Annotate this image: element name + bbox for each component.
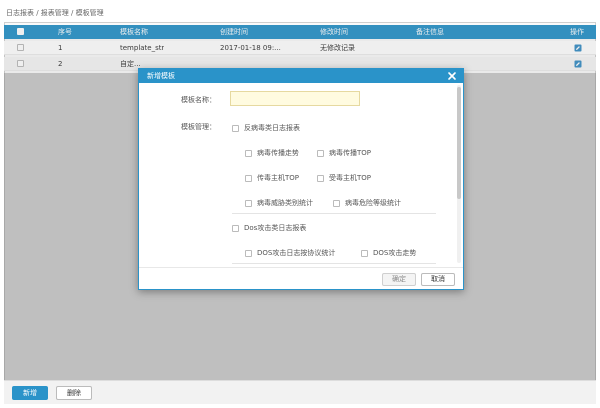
dialog-footer: 确定 取消 [139, 267, 463, 291]
group-divider [232, 263, 436, 264]
dialog-title: 新增模板 [147, 72, 175, 80]
checkbox[interactable] [361, 249, 368, 257]
template-manage-label: 模板管理： [181, 123, 216, 131]
cancel-button[interactable]: 取消 [421, 273, 455, 286]
dialog-scrollbar-thumb[interactable] [457, 87, 461, 199]
close-icon[interactable] [447, 71, 457, 81]
template-name-label: 模板名称： [181, 96, 216, 104]
checkbox[interactable] [245, 199, 252, 207]
option-infected-host-top[interactable]: 受毒主机TOP [317, 173, 371, 183]
group-divider [232, 213, 436, 214]
footer-toolbar: 新增 删除 [4, 380, 596, 404]
option-risk-level[interactable]: 病毒危险等级统计 [333, 198, 401, 208]
group-checkbox-dos[interactable]: Dos攻击类日志报表 [232, 223, 306, 233]
group-checkbox-antivirus[interactable]: 反病毒类日志报表 [232, 123, 300, 133]
option-threat-category[interactable]: 病毒威胁类别统计 [245, 198, 313, 208]
delete-button[interactable]: 删除 [56, 386, 92, 400]
breadcrumb: 日志报表 / 报表管理 / 模板管理 [6, 9, 104, 17]
confirm-button[interactable]: 确定 [382, 273, 416, 286]
modal-backdrop-top [4, 25, 596, 73]
template-name-input[interactable] [230, 91, 360, 106]
checkbox[interactable] [232, 224, 239, 232]
option-virus-trend[interactable]: 病毒传播走势 [245, 148, 299, 158]
checkbox[interactable] [232, 124, 239, 132]
checkbox[interactable] [333, 199, 340, 207]
checkbox[interactable] [245, 149, 252, 157]
option-dos-by-protocol[interactable]: DOS攻击日志按协议统计 [245, 248, 335, 258]
checkbox[interactable] [245, 174, 252, 182]
new-button[interactable]: 新增 [12, 386, 48, 400]
new-template-dialog: 新增模板 模板名称： 模板管理： 反病毒类日志报表 病毒传播走势 病毒传播TOP… [138, 68, 464, 290]
option-virus-top[interactable]: 病毒传播TOP [317, 148, 371, 158]
option-infecting-host-top[interactable]: 传毒主机TOP [245, 173, 299, 183]
checkbox[interactable] [245, 249, 252, 257]
dialog-header: 新增模板 [139, 69, 463, 83]
checkbox[interactable] [317, 174, 324, 182]
option-dos-trend[interactable]: DOS攻击走势 [361, 248, 416, 258]
checkbox[interactable] [317, 149, 324, 157]
